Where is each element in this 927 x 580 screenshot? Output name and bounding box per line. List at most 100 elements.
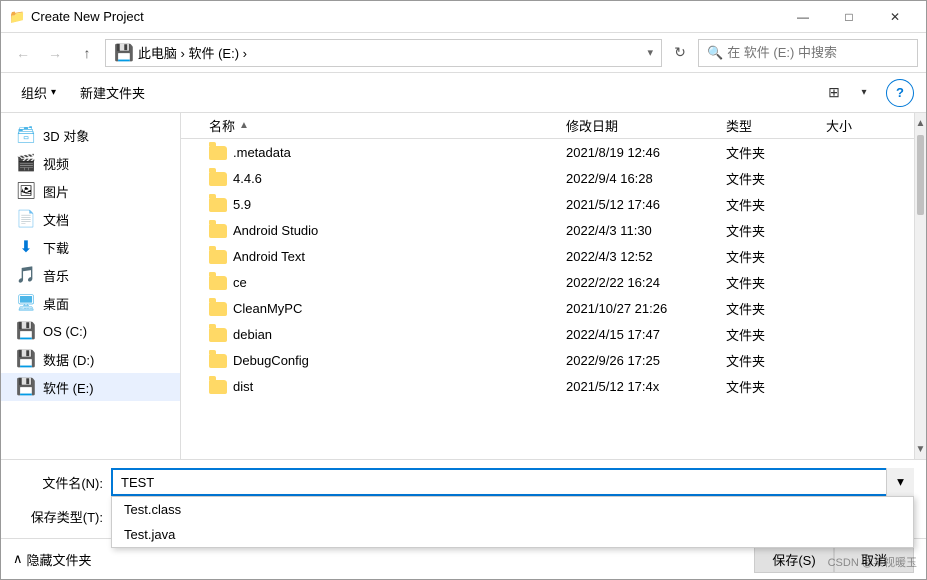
close-button[interactable]: ✕	[872, 1, 918, 33]
folder-icon	[209, 274, 227, 290]
sidebar-item-pictures[interactable]: 🖼 图片	[1, 177, 180, 205]
sidebar-item-softwaredrive[interactable]: 💾 软件 (E:)	[1, 373, 180, 401]
documents-icon: 📄	[17, 210, 35, 228]
sidebar-label-downloads: 下载	[43, 238, 69, 257]
autocomplete-item[interactable]: Test.class	[112, 497, 913, 522]
col-name-header[interactable]: 名称 ▲	[209, 116, 566, 135]
file-row[interactable]: DebugConfig 2022/9/26 17:25 文件夹	[181, 347, 914, 373]
downloads-icon: ⬇	[17, 238, 35, 256]
titlebar: 📁 Create New Project — □ ✕	[1, 1, 926, 33]
sidebar-item-video[interactable]: 🎬 视频	[1, 149, 180, 177]
vertical-scrollbar[interactable]: ▲ ▼	[914, 113, 926, 459]
file-type: 文件夹	[726, 195, 826, 214]
filetype-label: 保存类型(T):	[13, 507, 103, 526]
file-row[interactable]: ce 2022/2/22 16:24 文件夹	[181, 269, 914, 295]
file-date: 2022/4/15 17:47	[566, 327, 726, 342]
folder-icon	[209, 222, 227, 238]
folder-icon	[209, 326, 227, 342]
file-type: 文件夹	[726, 325, 826, 344]
watermark: CSDN @某视暖玉	[828, 554, 917, 570]
file-header: 名称 ▲ 修改日期 类型 大小	[181, 113, 914, 139]
maximize-button[interactable]: □	[826, 1, 872, 33]
new-folder-label: 新建文件夹	[80, 83, 145, 102]
col-size-header[interactable]: 大小	[826, 116, 906, 135]
sidebar: 🗃 3D 对象 🎬 视频 🖼 图片 📄 文档 ⬇ 下载 🎵 音乐	[1, 113, 181, 459]
file-name: dist	[233, 379, 566, 394]
folder-icon	[209, 144, 227, 160]
view-button[interactable]: ⊞	[820, 79, 848, 107]
filename-input-wrapper: ▾ Test.class Test.java	[111, 468, 914, 496]
addressbar: ← → ↑ 💾 此电脑 › 软件 (E:) › ▾ ↻ 🔍	[1, 33, 926, 73]
col-type-header[interactable]: 类型	[726, 116, 826, 135]
file-date: 2022/4/3 12:52	[566, 249, 726, 264]
back-button[interactable]: ←	[9, 39, 37, 67]
save-button[interactable]: 保存(S)	[754, 545, 834, 573]
file-name: CleanMyPC	[233, 301, 566, 316]
main-content: 🗃 3D 对象 🎬 视频 🖼 图片 📄 文档 ⬇ 下载 🎵 音乐	[1, 113, 926, 459]
bottom-area: 文件名(N): ▾ Test.class Test.java 保存类型(T): …	[1, 459, 926, 538]
sidebar-item-documents[interactable]: 📄 文档	[1, 205, 180, 233]
sidebar-label-desktop: 桌面	[43, 294, 69, 313]
file-date: 2022/9/4 16:28	[566, 171, 726, 186]
minimize-button[interactable]: —	[780, 1, 826, 33]
file-date: 2021/10/27 21:26	[566, 301, 726, 316]
hidden-files-toggle[interactable]: ∧ 隐藏文件夹	[13, 550, 92, 569]
folder-icon	[209, 196, 227, 212]
file-name: Android Text	[233, 249, 566, 264]
file-date: 2021/8/19 12:46	[566, 145, 726, 160]
hidden-files-label: 隐藏文件夹	[27, 550, 92, 569]
file-date: 2022/2/22 16:24	[566, 275, 726, 290]
help-button[interactable]: ?	[886, 79, 914, 107]
sidebar-item-music[interactable]: 🎵 音乐	[1, 261, 180, 289]
file-name: 5.9	[233, 197, 566, 212]
forward-button[interactable]: →	[41, 39, 69, 67]
sidebar-item-downloads[interactable]: ⬇ 下载	[1, 233, 180, 261]
col-date-header[interactable]: 修改日期	[566, 116, 726, 135]
sidebar-item-desktop[interactable]: 🖥 桌面	[1, 289, 180, 317]
organize-button[interactable]: 组织 ▾	[13, 79, 64, 106]
search-box[interactable]: 🔍	[698, 39, 918, 67]
file-row[interactable]: .metadata 2021/8/19 12:46 文件夹	[181, 139, 914, 165]
filename-label: 文件名(N):	[13, 473, 103, 492]
up-button[interactable]: ↑	[73, 39, 101, 67]
softwaredrive-icon: 💾	[17, 378, 35, 396]
hidden-toggle-icon: ∧	[13, 551, 23, 567]
file-date: 2021/5/12 17:4x	[566, 379, 726, 394]
file-row[interactable]: Android Text 2022/4/3 12:52 文件夹	[181, 243, 914, 269]
search-input[interactable]	[727, 45, 909, 60]
address-box[interactable]: 💾 此电脑 › 软件 (E:) › ▾	[105, 39, 662, 67]
window-icon: 📁	[9, 9, 25, 25]
file-type: 文件夹	[726, 273, 826, 292]
refresh-button[interactable]: ↻	[666, 39, 694, 67]
folder-icon	[209, 378, 227, 394]
file-type: 文件夹	[726, 299, 826, 318]
filename-input[interactable]	[111, 468, 914, 496]
file-row[interactable]: Android Studio 2022/4/3 11:30 文件夹	[181, 217, 914, 243]
file-row[interactable]: CleanMyPC 2021/10/27 21:26 文件夹	[181, 295, 914, 321]
sidebar-item-3d[interactable]: 🗃 3D 对象	[1, 121, 180, 149]
scroll-up-button[interactable]: ▲	[915, 113, 926, 133]
address-chevron-icon: ▾	[647, 46, 653, 59]
pictures-icon: 🖼	[17, 182, 35, 200]
file-name: .metadata	[233, 145, 566, 160]
sidebar-item-osdrive[interactable]: 💾 OS (C:)	[1, 317, 180, 345]
sidebar-item-datadrive[interactable]: 💾 数据 (D:)	[1, 345, 180, 373]
sidebar-label-softwaredrive: 软件 (E:)	[43, 378, 94, 397]
file-type: 文件夹	[726, 351, 826, 370]
filename-dropdown-button[interactable]: ▾	[886, 468, 914, 496]
sidebar-label-music: 音乐	[43, 266, 69, 285]
new-folder-button[interactable]: 新建文件夹	[72, 79, 153, 106]
file-row[interactable]: dist 2021/5/12 17:4x 文件夹	[181, 373, 914, 399]
titlebar-controls: — □ ✕	[780, 1, 918, 33]
scroll-thumb[interactable]	[917, 135, 924, 215]
file-date: 2022/9/26 17:25	[566, 353, 726, 368]
organize-label: 组织	[21, 83, 47, 102]
file-row[interactable]: 5.9 2021/5/12 17:46 文件夹	[181, 191, 914, 217]
file-type: 文件夹	[726, 143, 826, 162]
autocomplete-item[interactable]: Test.java	[112, 522, 913, 547]
search-icon: 🔍	[707, 45, 723, 61]
file-row[interactable]: debian 2022/4/15 17:47 文件夹	[181, 321, 914, 347]
view-chevron-button[interactable]: ▾	[850, 79, 878, 107]
file-row[interactable]: 4.4.6 2022/9/4 16:28 文件夹	[181, 165, 914, 191]
scroll-down-button[interactable]: ▼	[915, 439, 926, 459]
